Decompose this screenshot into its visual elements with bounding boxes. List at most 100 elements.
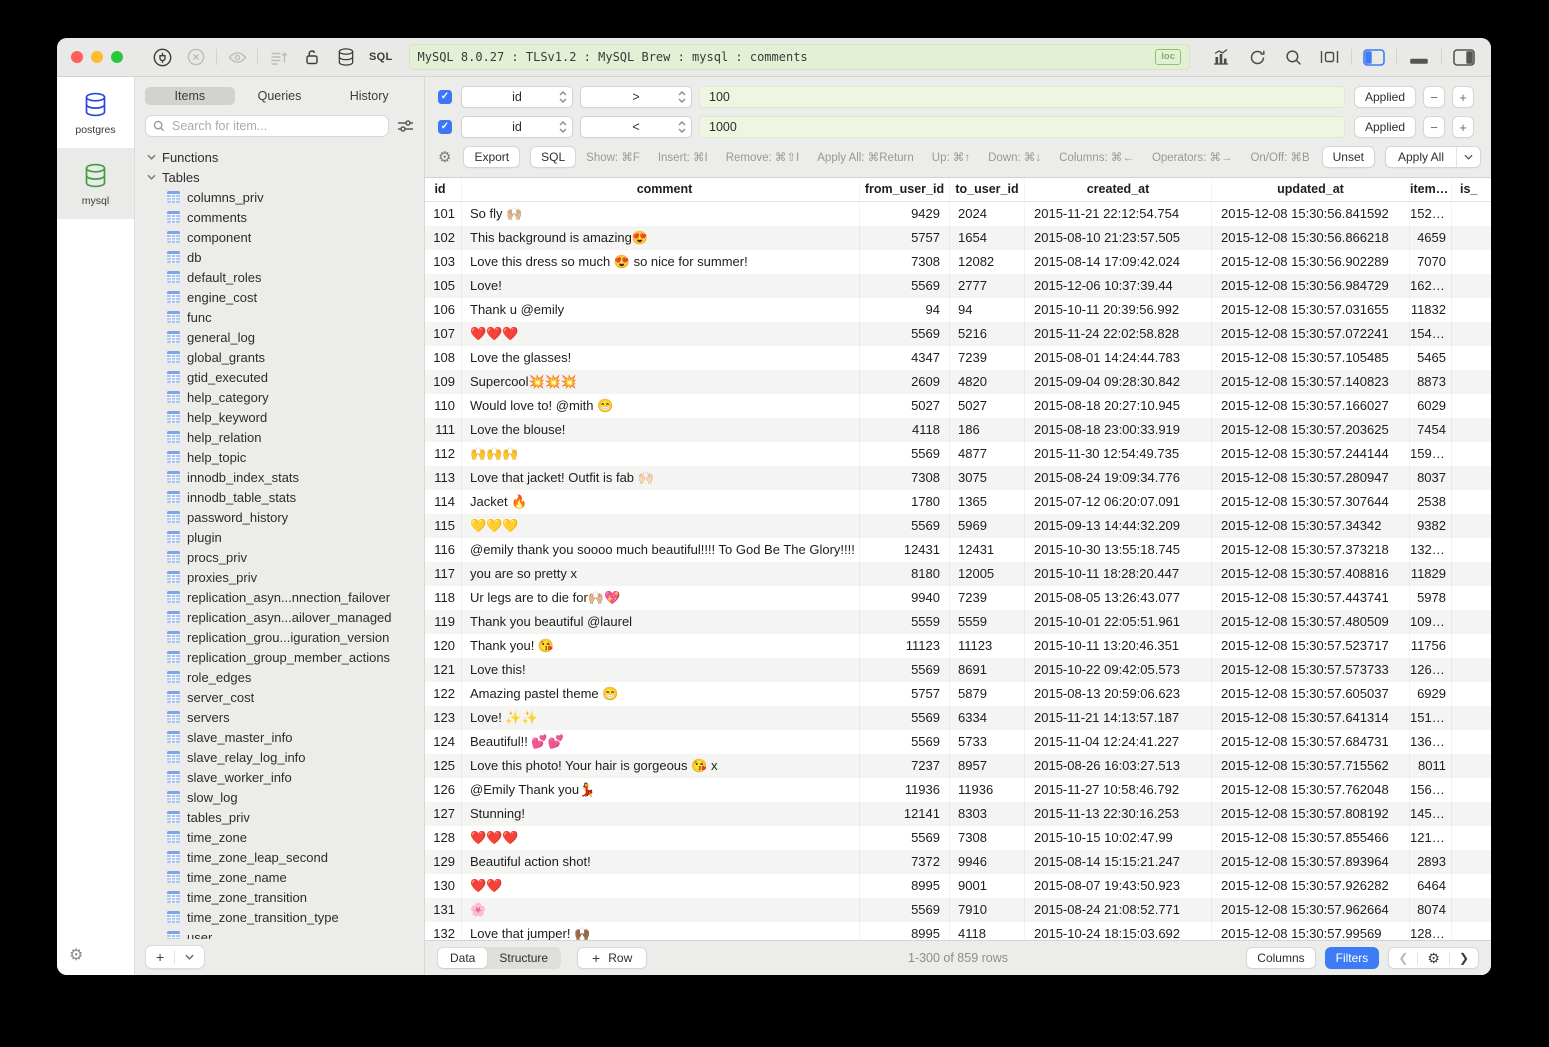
column-header-created-at[interactable]: created_at [1025, 178, 1212, 201]
cell-is[interactable] [1452, 874, 1491, 898]
sidebar-table-item[interactable]: role_edges [147, 667, 424, 687]
cell-created-at[interactable]: 2015-10-15 10:02:47.99 [1025, 826, 1212, 850]
sidebar-table-item[interactable]: innodb_index_stats [147, 467, 424, 487]
table-row[interactable]: 111 Love the blouse! 4118 186 2015-08-18… [425, 418, 1491, 442]
sidebar-table-item[interactable]: general_log [147, 327, 424, 347]
cell-to-user-id[interactable]: 7308 [950, 826, 1025, 850]
table-row[interactable]: 120 Thank you! 😘 11123 11123 2015-10-11 … [425, 634, 1491, 658]
cell-item-id[interactable]: 11832 [1410, 298, 1452, 322]
search-input[interactable] [170, 118, 381, 134]
cell-updated-at[interactable]: 2015-12-08 15:30:57.684731 [1212, 730, 1410, 754]
filter-options-icon[interactable] [397, 119, 414, 133]
cell-comment[interactable]: 🙌🙌🙌 [462, 442, 860, 466]
cell-updated-at[interactable]: 2015-12-08 15:30:57.962664 [1212, 898, 1410, 922]
cell-from-user-id[interactable]: 5569 [860, 514, 950, 538]
cell-comment[interactable]: ❤️❤️❤️ [462, 826, 860, 850]
cell-from-user-id[interactable]: 5569 [860, 706, 950, 730]
close-window-button[interactable] [71, 51, 83, 63]
cell-to-user-id[interactable]: 9001 [950, 874, 1025, 898]
apply-all-button[interactable]: Apply All [1385, 146, 1481, 168]
cell-comment[interactable]: Ur legs are to die for🙌🏼💖 [462, 586, 860, 610]
table-row[interactable]: 110 Would love to! @mith 😁 5027 5027 201… [425, 394, 1491, 418]
cell-to-user-id[interactable]: 9946 [950, 850, 1025, 874]
sidebar-table-item[interactable]: servers [147, 707, 424, 727]
table-row[interactable]: 121 Love this! 5569 8691 2015-10-22 09:4… [425, 658, 1491, 682]
connection-postgres[interactable]: postgres [57, 77, 134, 148]
cell-created-at[interactable]: 2015-08-24 19:09:34.776 [1025, 466, 1212, 490]
table-row[interactable]: 113 Love that jacket! Outfit is fab 🙌🏻 7… [425, 466, 1491, 490]
cell-updated-at[interactable]: 2015-12-08 15:30:57.715562 [1212, 754, 1410, 778]
cell-item-id[interactable]: 15451 [1410, 322, 1452, 346]
cell-updated-at[interactable]: 2015-12-08 15:30:57.307644 [1212, 490, 1410, 514]
cell-created-at[interactable]: 2015-11-13 22:30:16.253 [1025, 802, 1212, 826]
cell-to-user-id[interactable]: 12082 [950, 250, 1025, 274]
sidebar-table-item[interactable]: server_cost [147, 687, 424, 707]
cell-created-at[interactable]: 2015-10-22 09:42:05.573 [1025, 658, 1212, 682]
cell-from-user-id[interactable]: 2609 [860, 370, 950, 394]
table-row[interactable]: 122 Amazing pastel theme 😁 5757 5879 201… [425, 682, 1491, 706]
cell-id[interactable]: 125 [425, 754, 462, 778]
cell-id[interactable]: 106 [425, 298, 462, 322]
cell-comment[interactable]: Beautiful action shot! [462, 850, 860, 874]
cell-from-user-id[interactable]: 4347 [860, 346, 950, 370]
table-row[interactable]: 108 Love the glasses! 4347 7239 2015-08-… [425, 346, 1491, 370]
table-row[interactable]: 106 Thank u @emily 94 94 2015-10-11 20:3… [425, 298, 1491, 322]
table-row[interactable]: 126 @Emily Thank you💃 11936 11936 2015-1… [425, 778, 1491, 802]
cell-to-user-id[interactable]: 5733 [950, 730, 1025, 754]
cell-created-at[interactable]: 2015-10-30 13:55:18.745 [1025, 538, 1212, 562]
cell-is[interactable] [1452, 730, 1491, 754]
table-row[interactable]: 105 Love! 5569 2777 2015-12-06 10:37:39.… [425, 274, 1491, 298]
cell-id[interactable]: 131 [425, 898, 462, 922]
sidebar-table-item[interactable]: slave_relay_log_info [147, 747, 424, 767]
cell-id[interactable]: 129 [425, 850, 462, 874]
cell-id[interactable]: 112 [425, 442, 462, 466]
cell-is[interactable] [1452, 706, 1491, 730]
cell-updated-at[interactable]: 2015-12-08 15:30:57.105485 [1212, 346, 1410, 370]
cell-created-at[interactable]: 2015-10-11 18:28:20.447 [1025, 562, 1212, 586]
cell-from-user-id[interactable]: 12141 [860, 802, 950, 826]
table-row[interactable]: 125 Love this photo! Your hair is gorgeo… [425, 754, 1491, 778]
sidebar-table-item[interactable]: proxies_priv [147, 567, 424, 587]
cell-comment[interactable]: you are so pretty x [462, 562, 860, 586]
cell-item-id[interactable]: 12145 [1410, 826, 1452, 850]
cell-item-id[interactable]: 16285 [1410, 274, 1452, 298]
cell-from-user-id[interactable]: 1780 [860, 490, 950, 514]
table-row[interactable]: 131 🌸 5569 7910 2015-08-24 21:08:52.771 … [425, 898, 1491, 922]
cell-from-user-id[interactable]: 11936 [860, 778, 950, 802]
cell-id[interactable]: 120 [425, 634, 462, 658]
cell-from-user-id[interactable]: 4118 [860, 418, 950, 442]
tab-items[interactable]: Items [145, 87, 235, 105]
filter-enabled-checkbox[interactable]: ✓ [438, 90, 452, 104]
filter-value-input[interactable]: 1000 [699, 116, 1345, 138]
table-row[interactable]: 129 Beautiful action shot! 7372 9946 201… [425, 850, 1491, 874]
cell-updated-at[interactable]: 2015-12-08 15:30:57.893964 [1212, 850, 1410, 874]
table-row[interactable]: 114 Jacket 🔥 1780 1365 2015-07-12 06:20:… [425, 490, 1491, 514]
page-settings-gear-icon[interactable]: ⚙ [1418, 948, 1449, 968]
cell-to-user-id[interactable]: 5027 [950, 394, 1025, 418]
connection-bar[interactable]: MySQL 8.0.27 : TLSv1.2 : MySQL Brew : my… [409, 44, 1190, 70]
add-filter-button[interactable]: + [1452, 116, 1474, 138]
cell-to-user-id[interactable]: 11936 [950, 778, 1025, 802]
sql-button[interactable]: SQL [530, 146, 576, 168]
cell-created-at[interactable]: 2015-08-14 15:15:21.247 [1025, 850, 1212, 874]
cell-updated-at[interactable]: 2015-12-08 15:30:57.480509 [1212, 610, 1410, 634]
cell-from-user-id[interactable]: 7308 [860, 466, 950, 490]
cell-comment[interactable]: Supercool💥💥💥 [462, 370, 860, 394]
sidebar-table-item[interactable]: time_zone_leap_second [147, 847, 424, 867]
cell-is[interactable] [1452, 586, 1491, 610]
column-header-from-user-id[interactable]: from_user_id [860, 178, 950, 201]
table-row[interactable]: 119 Thank you beautiful @laurel 5559 555… [425, 610, 1491, 634]
sidebar-table-item[interactable]: help_topic [147, 447, 424, 467]
cell-created-at[interactable]: 2015-08-18 20:27:10.945 [1025, 394, 1212, 418]
cell-to-user-id[interactable]: 5559 [950, 610, 1025, 634]
cell-updated-at[interactable]: 2015-12-08 15:30:57.166027 [1212, 394, 1410, 418]
cell-updated-at[interactable]: 2015-12-08 15:30:56.984729 [1212, 274, 1410, 298]
cell-item-id[interactable]: 8873 [1410, 370, 1452, 394]
cell-comment[interactable]: Love this photo! Your hair is gorgeous 😘… [462, 754, 860, 778]
cell-to-user-id[interactable]: 1365 [950, 490, 1025, 514]
cell-item-id[interactable]: 12659 [1410, 658, 1452, 682]
search-icon[interactable] [1276, 44, 1310, 70]
cell-created-at[interactable]: 2015-11-30 12:54:49.735 [1025, 442, 1212, 466]
cell-is[interactable] [1452, 226, 1491, 250]
add-filter-button[interactable]: + [1452, 86, 1474, 108]
